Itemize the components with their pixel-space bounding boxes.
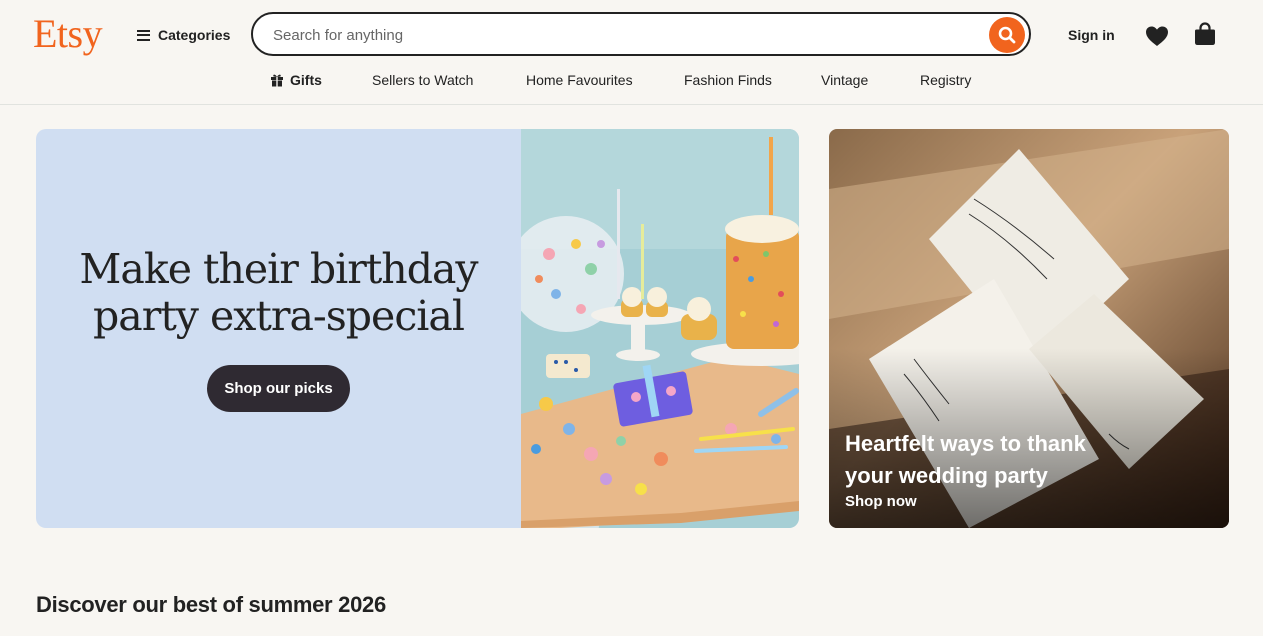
nav-item-vintage[interactable]: Vintage xyxy=(821,72,868,88)
shopping-bag-icon[interactable] xyxy=(1194,22,1216,46)
nav-item-sellers-to-watch[interactable]: Sellers to Watch xyxy=(372,72,473,88)
hero-title-line-1: Make their birthday xyxy=(79,245,478,293)
hero-text-panel: Make their birthday party extra-special … xyxy=(36,129,521,528)
search-bar xyxy=(251,12,1031,56)
category-nav: Gifts Sellers to Watch Home Favourites F… xyxy=(0,72,1263,92)
heart-icon[interactable] xyxy=(1145,25,1169,47)
search-button[interactable] xyxy=(989,17,1025,53)
hero-title-line-2: party extra-special xyxy=(93,292,465,340)
wedding-card-title-line-1: Heartfelt ways to thank xyxy=(845,431,1086,456)
gift-icon xyxy=(271,74,283,87)
hero-title: Make their birthday party extra-special xyxy=(36,246,521,340)
categories-button[interactable]: Categories xyxy=(137,24,230,46)
shop-now-link[interactable]: Shop now xyxy=(845,493,917,510)
categories-label: Categories xyxy=(158,27,231,43)
hero-banner[interactable]: Make their birthday party extra-special … xyxy=(36,129,799,528)
wedding-party-card[interactable]: Heartfelt ways to thank your wedding par… xyxy=(829,129,1229,528)
search-input[interactable] xyxy=(271,14,975,56)
birthday-party-image xyxy=(521,129,799,528)
menu-icon xyxy=(137,29,150,41)
nav-item-gifts[interactable]: Gifts xyxy=(270,72,322,88)
etsy-logo[interactable]: Etsy xyxy=(33,10,103,57)
section-title: Discover our best of summer 2026 xyxy=(36,592,386,617)
nav-item-label: Gifts xyxy=(290,72,322,88)
site-header: Etsy Categories Sign in Gifts xyxy=(0,0,1263,105)
nav-item-home-favourites[interactable]: Home Favourites xyxy=(526,72,633,88)
nav-item-fashion-finds[interactable]: Fashion Finds xyxy=(684,72,772,88)
shop-our-picks-button[interactable]: Shop our picks xyxy=(207,365,350,412)
nav-item-registry[interactable]: Registry xyxy=(920,72,971,88)
wedding-card-title: Heartfelt ways to thank your wedding par… xyxy=(845,428,1145,492)
search-icon xyxy=(998,26,1016,44)
sign-in-link[interactable]: Sign in xyxy=(1068,27,1115,43)
wedding-card-title-line-2: your wedding party xyxy=(845,463,1048,488)
